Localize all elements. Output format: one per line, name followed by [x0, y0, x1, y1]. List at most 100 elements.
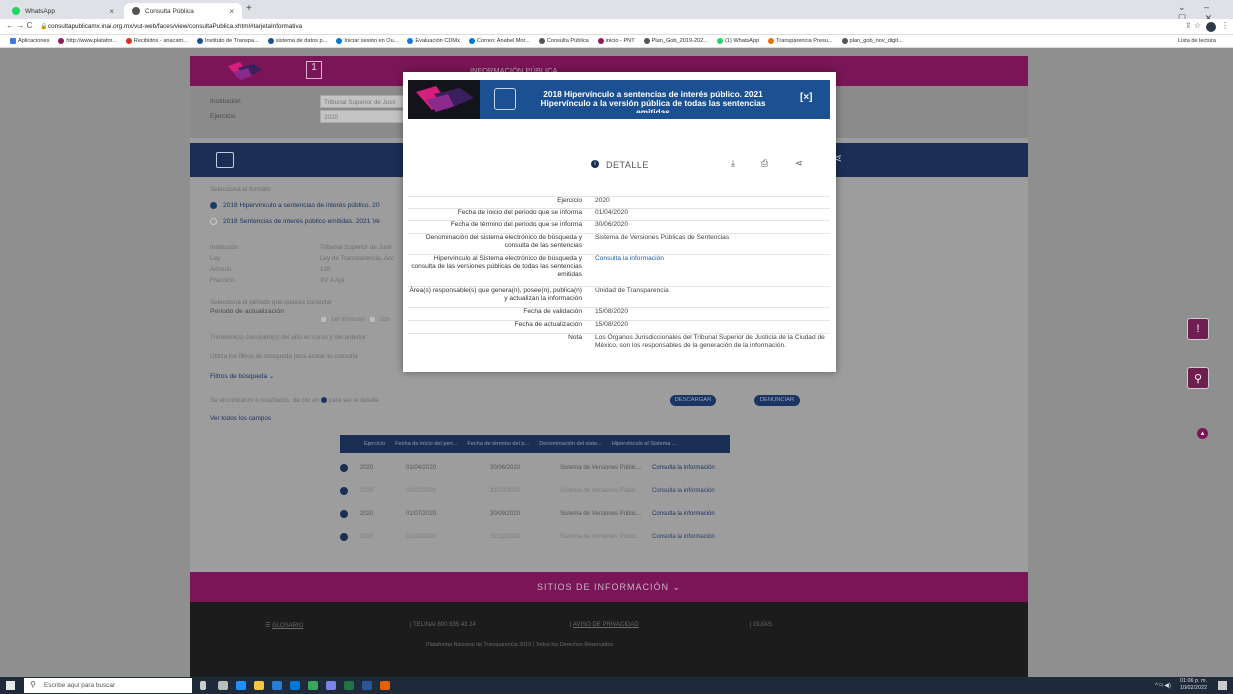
- file-explorer-icon[interactable]: [254, 681, 264, 690]
- bookmark-item[interactable]: Correo: Anabel Mor...: [468, 38, 530, 44]
- windows-start-icon[interactable]: [6, 681, 15, 690]
- mail-icon[interactable]: [290, 681, 300, 690]
- format-option-label: 2018 Hipervínculo a sentencias de interé…: [223, 202, 380, 209]
- bookmark-item[interactable]: Recibidos - anacam...: [125, 38, 188, 44]
- bookmark-item[interactable]: plan_gob_nov_digit...: [841, 38, 903, 44]
- lock-icon: 🔒: [40, 24, 48, 30]
- bookmark-item[interactable]: Evaluación CDMx: [407, 38, 460, 44]
- document-search-icon: [494, 88, 516, 110]
- print-icon[interactable]: ⎙: [761, 158, 768, 169]
- radio-selected-icon[interactable]: [210, 202, 217, 209]
- store-icon[interactable]: [272, 681, 282, 690]
- table-row[interactable]: 2020 01/07/2020 30/09/2020 Sistema de Versi…: [340, 506, 730, 522]
- url-text[interactable]: consultapublicamx.inai.org.mx/vut-web/fa…: [48, 23, 302, 30]
- widgets-icon[interactable]: [218, 681, 228, 690]
- see-all-fields-link[interactable]: Ver todos los campos: [210, 415, 271, 422]
- column-header[interactable]: Fecha de término del p...: [467, 441, 529, 447]
- scroll-top-icon[interactable]: ▴: [1197, 428, 1208, 439]
- task-view-icon[interactable]: [200, 681, 206, 690]
- new-tab-button[interactable]: +: [246, 3, 252, 14]
- close-tab-icon[interactable]: ×: [109, 7, 114, 16]
- bookmark-item[interactable]: Plan_Gob_2019-202...: [643, 38, 708, 44]
- nav-arrows-icon[interactable]: ← → C: [6, 21, 32, 30]
- period-checkboxes[interactable]: 1er trimestre 2do: [320, 316, 390, 323]
- bookmark-item[interactable]: (1) WhatsApp: [716, 38, 759, 44]
- info-label: Fracción: [210, 277, 235, 284]
- alert-icon[interactable]: !: [1187, 318, 1209, 340]
- modal-header: 2018 Hipervínculo a sentencias de interé…: [408, 80, 830, 119]
- avatar[interactable]: [1206, 22, 1216, 32]
- year-select[interactable]: 2020: [320, 110, 410, 123]
- bookmark-item[interactable]: Consulta Pública: [538, 38, 589, 44]
- column-header[interactable]: Ejercicio: [364, 441, 385, 447]
- clock[interactable]: 01:06 p. m. 10/02/2022: [1180, 678, 1207, 692]
- notification-icon[interactable]: [1218, 681, 1227, 690]
- firefox-icon[interactable]: [380, 681, 390, 690]
- download-icon[interactable]: ⤓: [731, 158, 735, 169]
- tab-whatsapp[interactable]: WhatsApp ×: [4, 3, 122, 19]
- close-modal-button[interactable]: [×]: [800, 92, 813, 103]
- download-button[interactable]: DESCARGAR: [670, 395, 716, 406]
- phone-link[interactable]: | TELINAI 800 835 43 24: [410, 622, 476, 628]
- bookmark-item[interactable]: http://www.platafor...: [58, 38, 117, 44]
- chrome-icon[interactable]: [308, 681, 318, 690]
- consult-link[interactable]: Consulta la información: [588, 255, 830, 279]
- checkbox-icon[interactable]: [320, 316, 327, 323]
- bookmark-item[interactable]: Iniciar sesión en Ou...: [336, 38, 398, 44]
- table-row[interactable]: 2020 01/04/2020 30/06/2020 Sistema de Versi…: [340, 460, 730, 476]
- tray-icons[interactable]: ^ ⌑ ◀): [1155, 682, 1171, 689]
- whatsapp-icon: [12, 7, 20, 15]
- format-option-2[interactable]: 2018 Sentencias de interés público emiti…: [210, 218, 380, 225]
- guides-link[interactable]: | GUÍAS: [750, 622, 772, 628]
- share-icon[interactable]: ⋖: [795, 158, 803, 169]
- close-tab-icon[interactable]: ×: [229, 7, 234, 16]
- column-header[interactable]: Denominación del siste...: [539, 441, 602, 447]
- bookmark-item[interactable]: inicio - PNT: [597, 38, 635, 44]
- tab-label: Consulta Pública: [145, 7, 194, 15]
- taskbar-search[interactable]: ⚲ Escribe aquí para buscar: [24, 678, 192, 693]
- modal-logo-panel: [408, 80, 480, 119]
- copyright: Plataforma Nacional de Transparencia 201…: [426, 642, 614, 648]
- institution-select[interactable]: Tribunal Superior de Justi: [320, 95, 410, 108]
- bookmark-item[interactable]: Instituto de Transpa...: [196, 38, 259, 44]
- period-title: Selecciona el periodo que quieres consul…: [210, 299, 333, 306]
- sites-bar[interactable]: SITIOS DE INFORMACIÓN ⌄: [190, 572, 1028, 602]
- checkbox-icon[interactable]: [368, 316, 376, 323]
- table-row[interactable]: 2020 01/10/2020 31/12/2020 Sistema de Versi…: [340, 529, 730, 545]
- format-option-label: 2018 Sentencias de interés público emiti…: [223, 218, 380, 225]
- info-icon[interactable]: [340, 487, 348, 495]
- glossary-link[interactable]: ☰ GLOSARIO: [265, 622, 303, 629]
- word-icon[interactable]: [362, 681, 372, 690]
- info-value: XV A Api: [320, 277, 345, 284]
- bookmark-item[interactable]: Transparencia Presu...: [768, 38, 833, 44]
- report-button[interactable]: DENUNCIAR: [754, 395, 800, 406]
- info-icon: [320, 397, 327, 404]
- search-filters-link[interactable]: Filtros de búsqueda ⌄: [210, 372, 274, 380]
- menu-icon[interactable]: ⋮: [1221, 21, 1229, 30]
- privacy-link[interactable]: | AVISO DE PRIVACIDAD: [570, 622, 639, 628]
- bookmark-item[interactable]: Aplicaciones: [10, 38, 49, 44]
- column-header[interactable]: Hipervínculo al Sistema ...: [612, 441, 677, 447]
- info-icon[interactable]: [340, 533, 348, 541]
- format-option-1[interactable]: 2018 Hipervínculo a sentencias de interé…: [210, 202, 380, 209]
- share-star-icon[interactable]: ⇪ ☆: [1185, 21, 1201, 30]
- results-summary: Se encontraron 4 resultados, da clic en …: [210, 397, 381, 404]
- reading-list[interactable]: Lista de lectura: [1178, 38, 1216, 44]
- browser-tab-bar: WhatsApp × Consulta Pública × + ⌄ – ☐ ✕: [0, 0, 1233, 23]
- column-header[interactable]: Fecha de inicio del peri...: [395, 441, 457, 447]
- excel-icon[interactable]: [344, 681, 354, 690]
- info-icon[interactable]: [340, 510, 348, 518]
- sites-label: SITIOS DE INFORMACIÓN: [536, 582, 669, 592]
- teams-icon[interactable]: [326, 681, 336, 690]
- radio-icon[interactable]: [210, 218, 217, 225]
- globe-icon: [132, 7, 140, 15]
- table-row[interactable]: 2020 01/01/2020 31/03/2020 Sistema de Versi…: [340, 483, 730, 499]
- search-key-icon[interactable]: ⚲: [1187, 367, 1209, 389]
- bookmarks-bar: Aplicaciones http://www.platafor... Reci…: [0, 35, 1233, 48]
- edge-icon[interactable]: [236, 681, 246, 690]
- bookmark-item[interactable]: sistema de datos p...: [267, 38, 327, 44]
- info-icon[interactable]: [340, 464, 348, 472]
- tab-consulta[interactable]: Consulta Pública ×: [124, 3, 242, 19]
- detail-row: Fecha de inicio del periodo que se infor…: [408, 208, 830, 217]
- site-footer: ☰ GLOSARIO | TELINAI 800 835 43 24 | AVI…: [190, 602, 1028, 677]
